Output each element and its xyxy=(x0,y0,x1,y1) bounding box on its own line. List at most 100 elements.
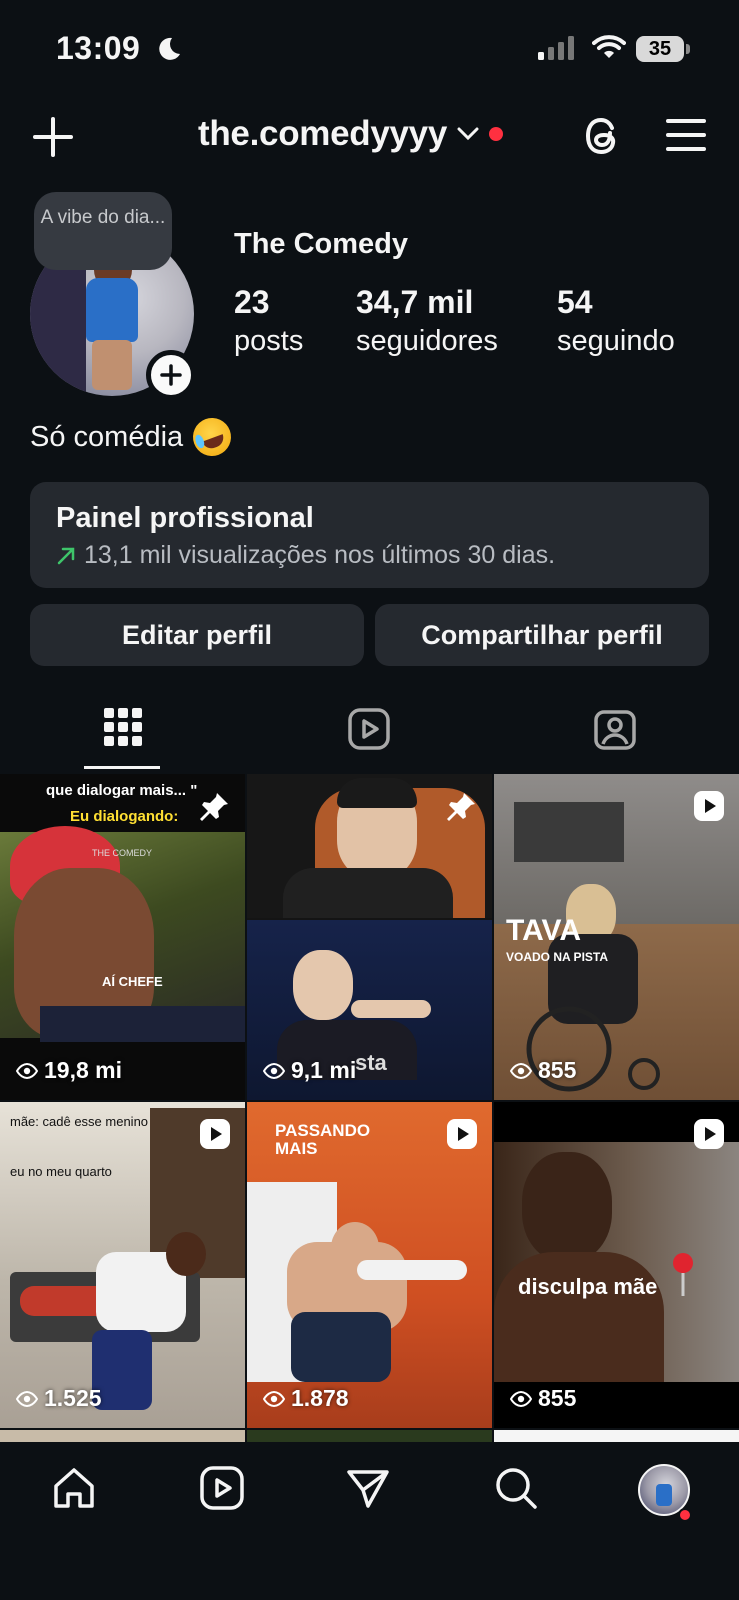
pin-icon xyxy=(200,793,228,821)
post-caption: PASSANDO MAIS xyxy=(275,1121,371,1158)
post-thumbnail[interactable]: que dialogar mais... " Eu dialogando: TH… xyxy=(0,774,245,1100)
home-icon[interactable] xyxy=(52,1466,96,1510)
bio: Só comédia xyxy=(30,412,237,462)
display-name: The Comedy xyxy=(234,228,409,260)
post-caption-small: AÍ CHEFE xyxy=(102,974,163,989)
view-count: 1.525 xyxy=(16,1385,102,1412)
edit-profile-button[interactable]: Editar perfil xyxy=(30,604,364,666)
pin-icon xyxy=(447,793,475,821)
bio-text: Só comédia xyxy=(30,420,184,453)
eye-icon xyxy=(263,1390,285,1407)
eye-icon xyxy=(16,1062,38,1079)
view-count: 19,8 mi xyxy=(16,1057,122,1084)
view-count-text: 19,8 mi xyxy=(44,1057,122,1083)
post-image-hair xyxy=(337,778,417,808)
post-watermark: THE COMEDY xyxy=(92,848,153,858)
post-caption-2: eu no meu quarto xyxy=(10,1164,112,1179)
reel-icon xyxy=(200,1119,230,1149)
post-image-shirt xyxy=(40,1006,245,1042)
post-thumbnail[interactable] xyxy=(0,1430,245,1442)
eye-icon xyxy=(16,1390,38,1407)
eye-icon xyxy=(263,1062,285,1079)
view-count-text: 1.878 xyxy=(291,1385,349,1411)
posts-stat[interactable]: 23 posts xyxy=(234,284,303,358)
following-label: seguindo xyxy=(557,325,675,357)
view-count-text: 9,1 mi xyxy=(291,1057,357,1083)
post-image-body xyxy=(494,1252,664,1382)
view-count: 9,1 mi xyxy=(263,1057,356,1084)
avatar-figure-legs xyxy=(92,340,132,390)
post-image-shirt xyxy=(283,868,453,918)
post-thumbnail[interactable]: TAVA VOADO NA PISTA 855 xyxy=(494,774,739,1100)
post-caption-1: mãe: cadê esse menino xyxy=(10,1114,149,1129)
bottom-navigation xyxy=(0,1442,739,1600)
note-bubble[interactable]: A vibe do dia... xyxy=(34,192,172,270)
tagged-tab-icon[interactable] xyxy=(594,708,636,750)
threads-icon[interactable] xyxy=(582,114,624,158)
panel-title: Painel profissional xyxy=(56,502,314,534)
following-count: 54 xyxy=(557,284,593,320)
post-image-shorts xyxy=(291,1312,391,1382)
reel-icon xyxy=(447,1119,477,1149)
avatar-figure-shirt xyxy=(86,278,138,342)
grid-tab-icon[interactable] xyxy=(104,708,142,746)
status-bar: 13:09 35 xyxy=(0,0,739,96)
eye-icon xyxy=(510,1390,532,1407)
post-image-bike xyxy=(357,1260,467,1280)
reels-tab-icon[interactable] xyxy=(348,708,390,750)
pushpin-icon xyxy=(673,1253,693,1296)
post-thumbnail[interactable]: disculpa mãe 855 xyxy=(494,1102,739,1428)
reel-icon xyxy=(694,791,724,821)
direct-send-icon[interactable] xyxy=(346,1466,390,1510)
hamburger-menu-icon[interactable] xyxy=(666,118,706,152)
reels-icon[interactable] xyxy=(200,1466,244,1510)
post-caption-top: que dialogar mais... " xyxy=(46,782,198,799)
notification-dot xyxy=(489,127,503,141)
post-image-window xyxy=(514,802,624,862)
wifi-icon xyxy=(592,35,626,58)
active-tab-indicator xyxy=(84,766,160,769)
followers-stat[interactable]: 34,7 mil seguidores xyxy=(356,284,498,358)
search-icon[interactable] xyxy=(494,1466,538,1510)
account-switcher[interactable]: the.comedyyyy xyxy=(198,114,503,154)
post-thumbnail[interactable]: PASSANDO MAIS 1.878 xyxy=(247,1102,492,1428)
profile-header: the.comedyyyy xyxy=(0,100,739,176)
username: the.comedyyyy xyxy=(198,114,447,153)
post-caption-big: TAVA xyxy=(506,914,581,947)
reel-icon xyxy=(694,1119,724,1149)
rofl-emoji-icon xyxy=(187,412,237,462)
professional-dashboard[interactable]: Painel profissional 13,1 mil visualizaçõ… xyxy=(30,482,709,588)
post-image-face-2 xyxy=(293,950,353,1020)
view-count: 1.878 xyxy=(263,1385,349,1412)
trend-up-arrow-icon xyxy=(57,547,75,564)
post-thumbnail[interactable]: mãe: cadê esse menino eu no meu quarto 1… xyxy=(0,1102,245,1428)
view-count-text: 1.525 xyxy=(44,1385,102,1411)
add-story-button[interactable] xyxy=(146,350,196,400)
post-caption: disculpa mãe xyxy=(518,1274,658,1299)
eye-icon xyxy=(510,1062,532,1079)
view-count: 855 xyxy=(510,1057,576,1084)
chevron-down-icon xyxy=(457,127,479,141)
post-thumbnail[interactable] xyxy=(494,1430,739,1442)
avatar-bg xyxy=(30,252,86,396)
followers-label: seguidores xyxy=(356,325,498,357)
post-overlay-text: sta xyxy=(355,1050,387,1075)
following-stat[interactable]: 54 seguindo xyxy=(557,284,675,358)
posts-label: posts xyxy=(234,325,304,357)
battery-indicator: 35 xyxy=(636,36,684,62)
signal-icon xyxy=(538,36,574,60)
posts-count: 23 xyxy=(234,284,270,320)
battery-tip xyxy=(686,44,690,54)
post-thumbnail[interactable]: sta 9,1 mi xyxy=(247,774,492,1100)
post-caption-small: VOADO NA PISTA xyxy=(506,950,609,964)
plus-icon xyxy=(160,364,182,386)
clock: 13:09 xyxy=(56,30,141,66)
post-caption-yellow: Eu dialogando: xyxy=(70,808,179,825)
panel-subtitle: 13,1 mil visualizações nos últimos 30 di… xyxy=(84,541,556,569)
create-plus-icon[interactable] xyxy=(32,116,74,158)
view-count: 855 xyxy=(510,1385,576,1412)
post-thumbnail[interactable] xyxy=(247,1430,492,1442)
view-count-text: 855 xyxy=(538,1057,577,1083)
share-profile-button[interactable]: Compartilhar perfil xyxy=(375,604,709,666)
view-count-text: 855 xyxy=(538,1385,577,1411)
